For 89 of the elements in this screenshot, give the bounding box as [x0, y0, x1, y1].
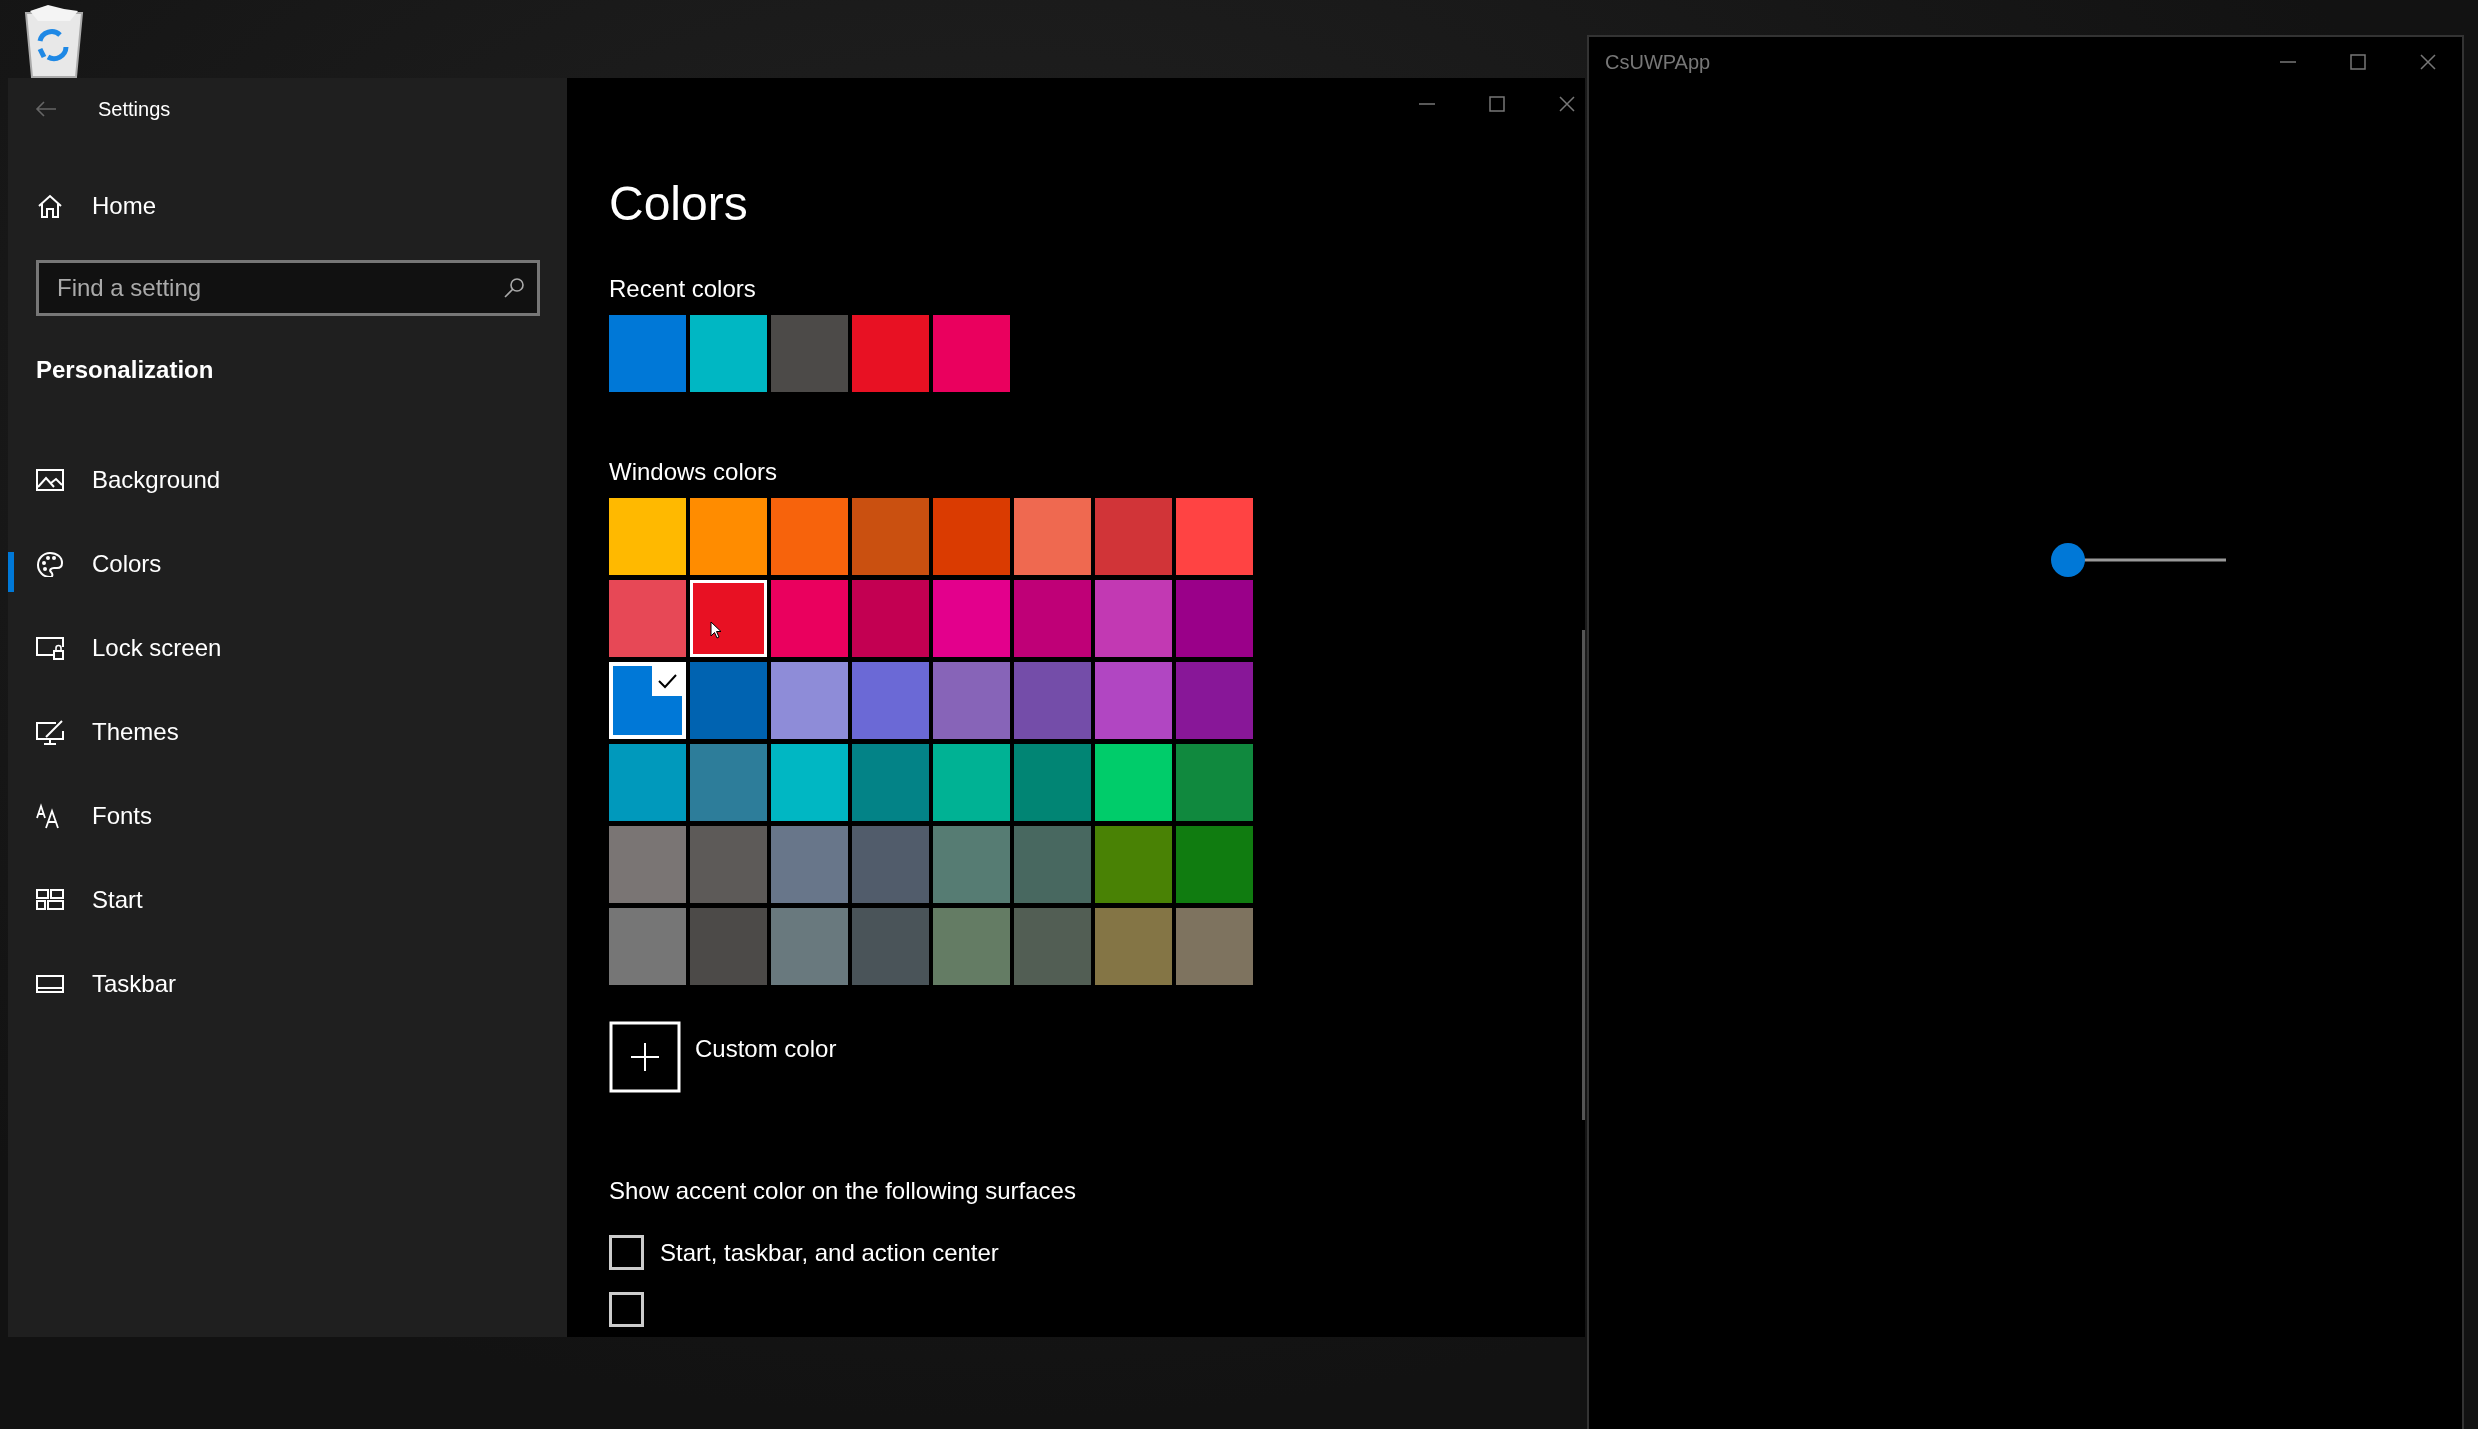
section-label: Windows colors [609, 458, 779, 486]
color-swatch[interactable] [1014, 744, 1091, 821]
color-swatch[interactable] [1176, 498, 1253, 575]
color-swatch[interactable] [609, 908, 686, 985]
back-arrow-icon[interactable] [35, 100, 57, 118]
maximize-icon[interactable] [1487, 94, 1507, 114]
color-swatch[interactable] [1014, 908, 1091, 985]
color-swatch[interactable] [690, 744, 767, 821]
color-swatch[interactable] [852, 744, 929, 821]
color-swatch[interactable] [852, 908, 929, 985]
slider-thumb[interactable] [2051, 543, 2085, 577]
close-icon[interactable] [1557, 94, 1577, 114]
color-swatch[interactable] [933, 498, 1010, 575]
nav-item[interactable]: Taskbar [8, 942, 567, 1026]
color-swatch[interactable] [690, 908, 767, 985]
color-swatch[interactable] [1014, 826, 1091, 903]
color-swatch[interactable] [933, 908, 1010, 985]
color-swatch[interactable] [1095, 744, 1172, 821]
color-swatch[interactable] [1014, 662, 1091, 739]
color-swatch[interactable] [933, 580, 1010, 657]
color-swatch[interactable] [1014, 580, 1091, 657]
color-swatch[interactable] [1176, 580, 1253, 657]
color-swatch[interactable] [609, 662, 686, 739]
color-swatch[interactable] [771, 826, 848, 903]
color-swatch[interactable] [1014, 498, 1091, 575]
color-swatch[interactable] [852, 580, 929, 657]
section-heading: Personalization [36, 356, 215, 384]
color-swatch[interactable] [609, 315, 686, 392]
checkbox[interactable] [609, 1235, 644, 1270]
color-swatch[interactable] [690, 580, 767, 657]
mouse-pointer-icon [710, 621, 722, 639]
color-swatch[interactable] [609, 826, 686, 903]
color-swatch[interactable] [771, 315, 848, 392]
search-field[interactable]: Find a setting [36, 260, 540, 316]
window-title: Settings [98, 97, 171, 121]
color-swatch[interactable] [852, 498, 929, 575]
nav-item[interactable]: Themes [8, 690, 567, 774]
color-swatch[interactable] [771, 662, 848, 739]
nav-item[interactable]: Start [8, 858, 567, 942]
color-swatch[interactable] [609, 580, 686, 657]
start-tiles-icon [36, 887, 64, 913]
color-swatch[interactable] [771, 498, 848, 575]
maximize-icon[interactable] [2348, 52, 2368, 72]
section-label: Recent colors [609, 275, 757, 303]
window-title: CsUWPApp [1605, 50, 1711, 74]
nav-item[interactable]: Fonts [8, 774, 567, 858]
color-swatch[interactable] [1095, 498, 1172, 575]
color-swatch[interactable] [1176, 908, 1253, 985]
nav-item[interactable]: Background [8, 438, 567, 522]
color-swatch[interactable] [933, 744, 1010, 821]
home-link[interactable]: Home [8, 164, 567, 248]
scrollbar[interactable] [1582, 630, 1585, 1120]
nav-item[interactable]: Colors [8, 522, 567, 606]
color-swatch[interactable] [1095, 580, 1172, 657]
color-swatch[interactable] [771, 744, 848, 821]
color-swatch[interactable] [933, 662, 1010, 739]
color-swatch[interactable] [1176, 744, 1253, 821]
color-swatch[interactable] [1095, 826, 1172, 903]
color-swatch[interactable] [933, 826, 1010, 903]
color-swatch[interactable] [933, 315, 1010, 392]
color-swatch[interactable] [1095, 908, 1172, 985]
color-swatch[interactable] [609, 498, 686, 575]
palette-icon [36, 551, 64, 577]
picture-icon [36, 467, 64, 493]
page-heading: Colors [609, 176, 749, 231]
color-swatch[interactable] [690, 498, 767, 575]
close-icon[interactable] [2418, 52, 2438, 72]
add-icon[interactable] [609, 1021, 681, 1093]
color-swatch[interactable] [771, 580, 848, 657]
color-swatch[interactable] [852, 315, 929, 392]
lock-screen-icon [36, 635, 64, 661]
color-swatch[interactable] [771, 908, 848, 985]
checkbox-label: Start, taskbar, and action center [660, 1238, 999, 1267]
color-swatch[interactable] [690, 826, 767, 903]
color-swatch[interactable] [690, 662, 767, 739]
custom-color-link[interactable]: Custom color [695, 1035, 837, 1063]
color-swatch[interactable] [1095, 662, 1172, 739]
color-swatch[interactable] [852, 662, 929, 739]
nav-item[interactable]: Lock screen [8, 606, 567, 690]
color-swatch[interactable] [609, 744, 686, 821]
checkbox[interactable] [609, 1292, 644, 1327]
paint-brush-icon [36, 719, 64, 745]
color-swatch[interactable] [1176, 826, 1253, 903]
section-label: Show accent color on the following surfaces [609, 1177, 1077, 1205]
color-swatch[interactable] [852, 826, 929, 903]
color-swatch[interactable] [690, 315, 767, 392]
search-icon [502, 276, 526, 300]
color-swatch[interactable] [1176, 662, 1253, 739]
home-icon [36, 193, 64, 219]
